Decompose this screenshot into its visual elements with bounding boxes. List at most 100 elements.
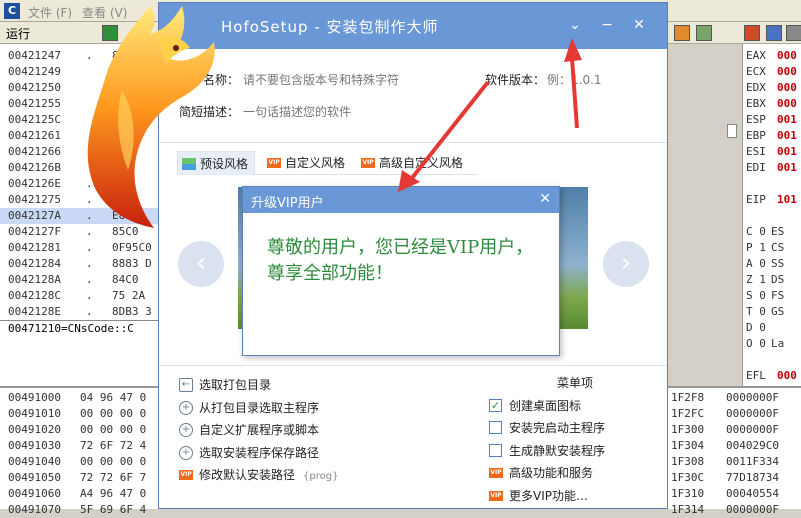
register-value: SS [771, 257, 785, 270]
register-row[interactable]: EBP 001 [743, 128, 801, 144]
option-left-item[interactable]: + 选取安装程序保存路径 [179, 444, 319, 462]
toolbar-grid-icon[interactable] [674, 25, 690, 41]
option-left-item[interactable]: ← 选取打包目录 [179, 376, 271, 394]
register-row[interactable]: C 0 ES [743, 224, 801, 240]
register-row[interactable]: EFL 000 [743, 368, 801, 384]
toolbar-swap-icon[interactable] [744, 25, 760, 41]
option-right-item[interactable]: VIP 更多VIP功能… [489, 487, 588, 505]
registers-pane[interactable]: EAX 000 ECX 000 EDX 000 EBX 000 ESP 001 EBP 001 ESI 0… [742, 44, 801, 414]
toolbar-list-icon[interactable] [696, 25, 712, 41]
disasm-row[interactable]: 00421281. 0F95C0 [0, 240, 160, 256]
stack-row[interactable]: 1F2F8 0000000F [668, 390, 801, 406]
register-row[interactable] [743, 176, 801, 192]
register-row[interactable]: EAX 000 [743, 48, 801, 64]
menu-file[interactable]: 文件 (F) [28, 4, 72, 21]
option-label: 生成静默安装程序 [509, 443, 606, 458]
register-row[interactable]: EDX 000 [743, 80, 801, 96]
chevron-down-icon[interactable]: ⌄ [565, 15, 585, 35]
dump-row[interactable]: 00491040 00 00 00 0 [0, 454, 160, 470]
option-right-item[interactable]: 菜单项 [557, 374, 593, 392]
dump-row[interactable]: 00491010 00 00 00 0 [0, 406, 160, 422]
option-right-item[interactable]: 生成静默安装程序 [489, 442, 605, 460]
stack-row[interactable]: 1F304 004029C0 [668, 438, 801, 454]
checkbox-checked-icon[interactable]: ✓ [489, 398, 502, 412]
register-row[interactable]: D 0 [743, 320, 801, 336]
register-row[interactable]: EBX 000 [743, 96, 801, 112]
register-row[interactable]: EIP 101 [743, 192, 801, 208]
option-label: 菜单项 [557, 376, 594, 390]
disasm-marker: . [86, 241, 93, 254]
option-right-item[interactable]: 安装完启动主程序 [489, 419, 605, 437]
register-row[interactable]: O 0 La [743, 336, 801, 352]
register-row[interactable] [743, 208, 801, 224]
option-left-item[interactable]: VIP 修改默认安装路径 {prog} [179, 466, 338, 484]
dump-row[interactable]: 00491030 72 6F 72 4 [0, 438, 160, 454]
stack-address: 1F2FC [671, 407, 705, 420]
register-row[interactable]: ESI 001 [743, 144, 801, 160]
close-icon[interactable]: ✕ [629, 15, 649, 35]
register-row[interactable]: P 1 CS [743, 240, 801, 256]
vip-dialog-title: 升级VIP用户 [251, 196, 324, 211]
run-status: 运行 [6, 27, 31, 41]
stack-row[interactable]: 1F314 0000000F [668, 502, 801, 518]
add-circle-icon: + [179, 445, 193, 460]
register-row[interactable]: A 0 SS [743, 256, 801, 272]
vip-badge-icon: VIP [267, 158, 281, 168]
stack-row[interactable]: 1F2FC 0000000F [668, 406, 801, 422]
disasm-address: 00421249 [8, 65, 61, 78]
software-name-field[interactable]: 请不要包含版本号和特殊字符 [243, 71, 399, 88]
dump-row[interactable]: 00491020 00 00 00 0 [0, 422, 160, 438]
option-left-item[interactable]: + 自定义扩展程序或脚本 [179, 421, 319, 439]
register-name: EBP [746, 129, 766, 142]
vip-dialog-titlebar: 升级VIP用户 ✕ [243, 187, 559, 213]
toolbar-more-icon[interactable] [786, 25, 801, 41]
stack-row[interactable]: 1F30C 77D18734 [668, 470, 801, 486]
register-row[interactable]: T 0 GS [743, 304, 801, 320]
disasm-row[interactable]: 0042128C. 75 2A [0, 288, 160, 304]
stack-row[interactable]: 1F300 0000000F [668, 422, 801, 438]
software-version-field[interactable]: 例：1.0.1 [547, 71, 602, 88]
register-row[interactable] [743, 352, 801, 368]
pane-scroll-handle[interactable] [727, 124, 737, 138]
register-row[interactable]: EDI 001 [743, 160, 801, 176]
register-value: FS [771, 289, 785, 302]
prev-arrow-icon[interactable]: ‹ [178, 241, 224, 287]
option-right-item[interactable]: VIP 高级功能和服务 [489, 464, 593, 482]
stack-address: 1F2F8 [671, 391, 705, 404]
short-desc-field[interactable]: 一句话描述您的软件 [243, 103, 351, 120]
disasm-row[interactable]: 00421284. 8883 D [0, 256, 160, 272]
option-left-item[interactable]: + 从打包目录选取主程序 [179, 399, 319, 417]
memory-dump-pane[interactable]: 00491000 04 96 47 0 00491010 00 00 00 0 0049… [0, 386, 160, 516]
debugger-app-icon: C [4, 3, 20, 19]
stack-value: 0000000F [726, 423, 779, 436]
stack-pane[interactable]: 1F2F8 0000000F 1F2FC 0000000F 1F300 0000000F 1… [668, 386, 801, 516]
register-value: ES [771, 225, 785, 238]
dump-row[interactable]: 00491070 5F 69 6F 4 [0, 502, 160, 518]
register-value: GS [771, 305, 785, 318]
toolbar-stack-icon[interactable] [766, 25, 782, 41]
dump-row[interactable]: 00491050 72 72 6F 7 [0, 470, 160, 486]
stack-row[interactable]: 1F310 00040554 [668, 486, 801, 502]
minimize-icon[interactable]: − [597, 15, 617, 35]
next-arrow-icon[interactable]: › [603, 241, 649, 287]
disasm-row[interactable]: 0042128E. 8DB3 3 [0, 304, 160, 320]
software-version-label: 软件版本： [485, 73, 546, 87]
disasm-address: 0042127F [8, 225, 61, 238]
checkbox-icon[interactable] [489, 443, 502, 457]
register-row[interactable]: Z 1 DS [743, 272, 801, 288]
register-row[interactable]: ESP 001 [743, 112, 801, 128]
dump-row[interactable]: 00491060 A4 96 47 0 [0, 486, 160, 502]
register-row[interactable]: ECX 000 [743, 64, 801, 80]
add-circle-icon: + [179, 423, 193, 437]
register-row[interactable]: S 0 FS [743, 288, 801, 304]
tab-custom[interactable]: VIP 自定义风格 [263, 151, 349, 175]
tab-advanced[interactable]: VIP 高级自定义风格 [357, 151, 469, 175]
disasm-marker: . [86, 289, 93, 302]
disasm-row[interactable]: 0042128A. 84C0 [0, 272, 160, 288]
checkbox-icon[interactable] [489, 421, 502, 434]
dump-row[interactable]: 00491000 04 96 47 0 [0, 390, 160, 406]
option-right-item[interactable]: ✓ 创建桌面图标 [489, 397, 581, 415]
close-icon[interactable]: ✕ [539, 191, 551, 207]
stack-row[interactable]: 1F308 0011F334 [668, 454, 801, 470]
dump-address: 00491010 [8, 407, 61, 420]
